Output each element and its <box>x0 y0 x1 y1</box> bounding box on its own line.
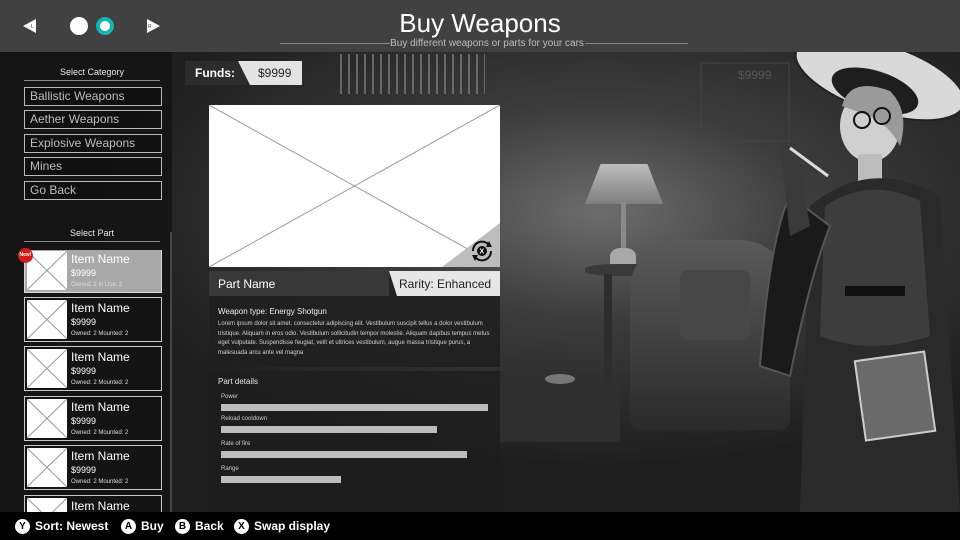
category-mines-button[interactable]: Mines <box>24 157 162 176</box>
part-price: $9999 <box>71 465 97 475</box>
part-owned-status: Owned: 2 Mounted: 2 <box>71 479 129 485</box>
category-section-label: Select Category <box>24 67 160 81</box>
buy-hint[interactable]: A Buy <box>121 518 164 534</box>
preview-placeholder-cross <box>209 105 500 267</box>
part-price: $9999 <box>71 366 97 376</box>
sort-hint[interactable]: Y Sort: Newest <box>15 518 108 534</box>
y-button-icon: Y <box>15 518 30 534</box>
part-card[interactable]: Item Name $9999 Owned: 2 Mounted: 2 <box>24 297 162 342</box>
part-name-title: Part Name <box>209 271 389 296</box>
part-name: Item Name <box>71 449 130 463</box>
part-owned-status: Owned: 2 Mounted: 2 <box>71 380 129 386</box>
lamp-shade <box>585 164 663 204</box>
part-card[interactable]: Item Name $9999 Owned: 2 In Use: 2 <box>24 250 162 293</box>
part-list[interactable]: Item Name $9999 Owned: 2 In Use: 2 Item … <box>22 250 172 512</box>
svg-text:X: X <box>480 249 485 256</box>
stat-bar-power <box>221 404 488 411</box>
part-section-label: Select Part <box>24 228 160 242</box>
part-details-panel <box>209 371 500 512</box>
part-name: Item Name <box>71 499 130 512</box>
new-badge: New! <box>18 248 33 263</box>
page-title: Buy Weapons <box>399 8 561 38</box>
weapon-type: Weapon type: Energy Shotgun <box>218 307 327 316</box>
header-bar: L R Buy Weapons Buy different weapons or… <box>0 0 960 52</box>
chandelier-decoration <box>340 54 485 94</box>
go-back-button[interactable]: Go Back <box>24 181 162 200</box>
stat-bar-range <box>221 476 341 483</box>
stat-label-reload-cooldown: Reload cooldown <box>221 416 268 422</box>
part-name: Item Name <box>71 400 130 414</box>
part-card[interactable]: Item Name $9999 Owned: 2 Mounted: 2 <box>24 346 162 391</box>
x-button-icon: X <box>234 518 249 534</box>
stat-label-range: Range <box>221 466 239 472</box>
part-details-title: Part details <box>218 377 259 386</box>
sort-hint-label: Sort: Newest <box>35 519 109 533</box>
rarity-label: Rarity: Enhanced <box>389 271 500 296</box>
table-leg <box>604 274 612 394</box>
part-name: Item Name <box>71 252 130 266</box>
stat-label-rate-of-fire: Rate of fire <box>221 441 251 447</box>
category-explosive-weapons-button[interactable]: Explosive Weapons <box>24 134 162 153</box>
part-owned-status: Owned: 2 Mounted: 2 <box>71 430 129 436</box>
part-name: Item Name <box>71 350 130 364</box>
b-button-icon: B <box>175 518 190 534</box>
part-card[interactable]: Item Name $9999 Owned: 2 Mounted: 2 <box>24 445 162 490</box>
part-price: $9999 <box>71 268 97 278</box>
part-card[interactable]: Item Name <box>24 495 162 512</box>
shopkeeper-character-illustration <box>758 36 960 512</box>
back-hint-label: Back <box>195 519 224 533</box>
part-thumbnail-placeholder <box>27 399 67 438</box>
stat-label-power: Power <box>221 394 239 400</box>
part-thumbnail-placeholder <box>27 448 67 487</box>
part-thumbnail-placeholder <box>27 300 67 339</box>
category-aether-weapons-button[interactable]: Aether Weapons <box>24 110 162 129</box>
part-price: $9999 <box>71 416 97 426</box>
category-ballistic-weapons-button[interactable]: Ballistic Weapons <box>24 87 162 106</box>
lamp-stem <box>621 202 626 252</box>
part-card[interactable]: Item Name $9999 Owned: 2 Mounted: 2 <box>24 396 162 441</box>
a-button-icon: A <box>121 518 136 534</box>
part-thumbnail-placeholder <box>27 498 67 512</box>
ashtray <box>545 374 575 384</box>
funds-label: Funds: <box>185 61 247 85</box>
stat-bar-reload-cooldown <box>221 426 437 433</box>
button-hints-bar: Y Sort: Newest A Buy B Back X Swap displ… <box>0 512 960 540</box>
part-description: Lorem ipsum dolor sit amet, consectetur … <box>218 321 490 356</box>
page-subtitle: Buy different weapons or parts for your … <box>390 38 584 49</box>
part-name: Item Name <box>71 301 130 315</box>
swap-display-hint-label: Swap display <box>254 519 331 533</box>
stat-bar-rate-of-fire <box>221 451 467 458</box>
part-owned-status: Owned: 2 Mounted: 2 <box>71 331 129 337</box>
part-list-scrollbar[interactable] <box>170 232 172 512</box>
part-thumbnail-placeholder <box>27 251 67 290</box>
swap-display-icon[interactable]: X <box>469 238 495 264</box>
armchair-cushion <box>680 270 750 340</box>
part-thumbnail-placeholder <box>27 349 67 388</box>
coffee-table <box>500 382 620 442</box>
part-preview-placeholder: X <box>209 105 500 267</box>
buy-hint-label: Buy <box>141 519 164 533</box>
swap-display-hint[interactable]: X Swap display <box>234 518 330 534</box>
back-hint[interactable]: B Back <box>175 518 224 534</box>
part-price: $9999 <box>71 317 97 327</box>
part-owned-status: Owned: 2 In Use: 2 <box>71 282 123 288</box>
